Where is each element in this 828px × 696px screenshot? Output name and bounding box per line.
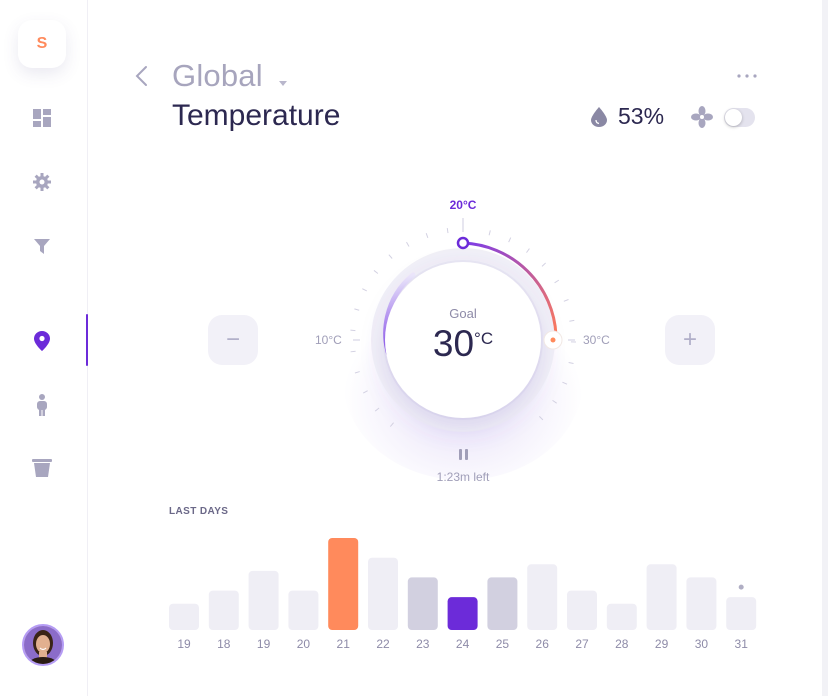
chart-x-label: 29 (655, 637, 669, 651)
last-days-label: LAST DAYS (169, 506, 229, 517)
goal-temperature: 30°C (418, 323, 508, 365)
dashboard-icon[interactable] (29, 105, 55, 131)
toggle-knob (725, 109, 742, 126)
chart-x-label: 20 (297, 637, 311, 651)
dial-tick (446, 228, 449, 234)
time-left: 1:23m left (436, 470, 490, 484)
chart-x-label: 21 (337, 637, 351, 651)
sidebar: S (0, 0, 88, 696)
dial-tick (488, 230, 491, 236)
chart-x-label: 25 (496, 637, 510, 651)
location-selector[interactable]: Global (172, 58, 263, 94)
trash-icon[interactable] (29, 455, 55, 481)
dial-tick (362, 288, 367, 292)
filter-icon[interactable] (29, 233, 55, 259)
chart-bar[interactable] (447, 597, 478, 630)
chart-x-label: 18 (217, 637, 231, 651)
dial-tick (373, 270, 379, 274)
more-options-icon[interactable] (736, 66, 758, 86)
dial-tick (563, 299, 569, 302)
dial-tick (526, 248, 530, 253)
app-logo[interactable]: S (18, 20, 66, 68)
dial-tick (425, 232, 429, 239)
active-indicator (86, 314, 88, 366)
dial-tick (569, 319, 575, 322)
dial-tick (350, 350, 356, 353)
chart-bar[interactable] (208, 590, 239, 630)
chart-x-label: 28 (615, 637, 629, 651)
dial-tick (541, 262, 546, 267)
chart-x-label: 23 (416, 637, 430, 651)
dial-tick (388, 254, 393, 259)
chart-bar[interactable] (646, 564, 677, 630)
chart-bar[interactable] (606, 603, 637, 630)
dial-tick (554, 279, 560, 284)
increase-button[interactable]: + (665, 315, 715, 365)
chart-bar[interactable] (527, 564, 558, 630)
humidity-value: 53% (618, 103, 665, 129)
chart-x-label: 27 (575, 637, 589, 651)
gear-icon[interactable] (29, 169, 55, 195)
chart-x-label: 24 (456, 637, 470, 651)
chart-x-label: 31 (735, 637, 749, 651)
goal-number: 30 (432, 323, 475, 364)
pause-icon[interactable] (457, 449, 471, 463)
chart-bar[interactable] (288, 590, 319, 630)
chart-bar[interactable] (328, 538, 359, 630)
decrease-button[interactable]: − (208, 315, 258, 365)
chart-x-label: 26 (536, 637, 550, 651)
chart-x-label: 22 (376, 637, 390, 651)
goal-unit: °C (474, 329, 494, 348)
dial-tick (354, 308, 360, 311)
water-drop-icon (591, 107, 607, 132)
fan-toggle[interactable] (724, 108, 755, 127)
chart-x-label: 19 (177, 637, 191, 651)
chart-x-label: 30 (695, 637, 709, 651)
window-edge (822, 0, 828, 696)
page-title: Temperature (172, 99, 341, 132)
chevron-down-icon[interactable] (278, 74, 288, 92)
user-avatar[interactable] (22, 624, 64, 666)
chart-x-label: 19 (257, 637, 271, 651)
chart-marker-dot (738, 584, 744, 590)
person-icon[interactable] (29, 392, 55, 418)
chart-bar[interactable] (407, 577, 438, 630)
chart-bar[interactable] (726, 597, 757, 630)
fan-icon[interactable] (691, 106, 713, 133)
back-button[interactable] (134, 64, 154, 92)
chart-bar[interactable] (567, 590, 597, 630)
chart-bar[interactable] (248, 570, 279, 630)
dial-tick (508, 237, 512, 243)
last-days-chart: 19 18 19 20 21 22 23 24 25 26 27 28 29 30 31 (169, 538, 757, 651)
goal-label: Goal (449, 306, 477, 321)
location-pin-icon[interactable] (29, 328, 55, 354)
current-temp-marker-label: 20°C (449, 198, 477, 212)
chart-bar[interactable] (686, 577, 717, 630)
chart-bar[interactable] (487, 577, 518, 630)
dial-tick (406, 241, 410, 247)
chart-bar[interactable] (368, 557, 398, 630)
chart-bar[interactable] (169, 603, 199, 630)
